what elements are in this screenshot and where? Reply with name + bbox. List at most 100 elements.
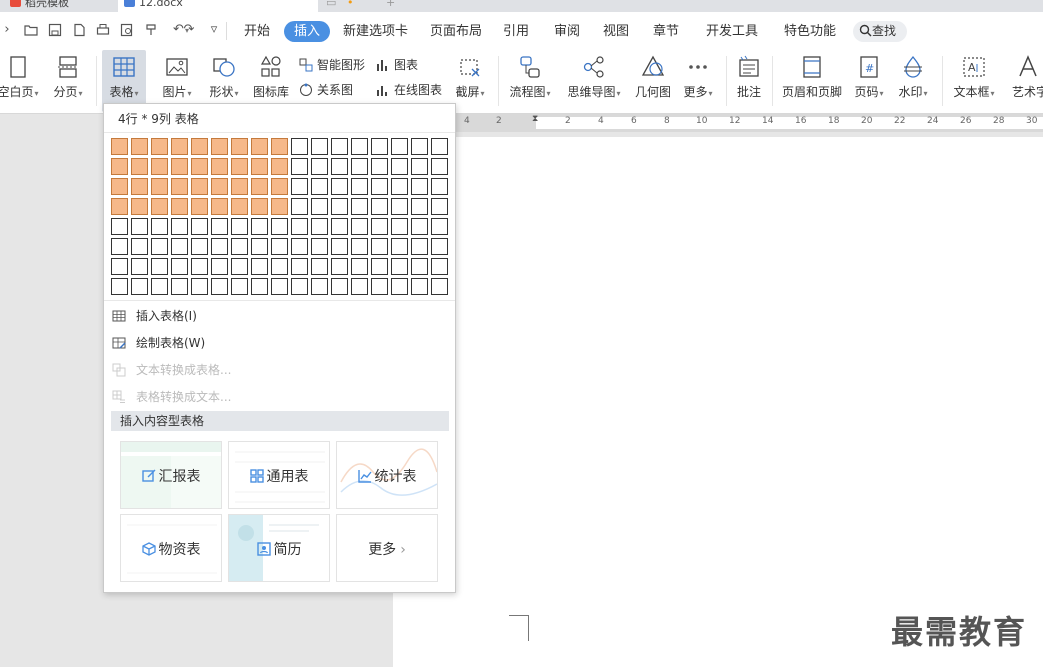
grid-cell[interactable] — [131, 198, 148, 215]
grid-cell[interactable] — [291, 138, 308, 155]
grid-cell[interactable] — [131, 218, 148, 235]
grid-cell[interactable] — [391, 218, 408, 235]
grid-cell[interactable] — [351, 238, 368, 255]
online-chart-button[interactable]: 在线图表 — [376, 81, 442, 99]
grid-cell[interactable] — [171, 198, 188, 215]
grid-cell[interactable] — [191, 278, 208, 295]
grid-cell[interactable] — [371, 198, 388, 215]
more-templates-card[interactable]: 更多 › — [336, 514, 438, 582]
grid-cell[interactable] — [411, 278, 428, 295]
doc-tab-active[interactable]: 12.docx — [118, 0, 318, 12]
open-folder-icon[interactable] — [24, 23, 38, 37]
watermark-button[interactable]: 水印▾ — [894, 50, 932, 112]
search-button[interactable]: 查找 — [853, 21, 907, 42]
grid-cell[interactable] — [431, 158, 448, 175]
grid-cell[interactable] — [351, 138, 368, 155]
grid-cell[interactable] — [371, 178, 388, 195]
grid-cell[interactable] — [171, 238, 188, 255]
grid-cell[interactable] — [111, 278, 128, 295]
chart-button[interactable]: 图表 — [376, 56, 418, 74]
grid-cell[interactable] — [251, 198, 268, 215]
grid-cell[interactable] — [231, 138, 248, 155]
grid-cell[interactable] — [131, 278, 148, 295]
grid-cell[interactable] — [251, 238, 268, 255]
resume-card[interactable]: 简历 — [228, 514, 330, 582]
grid-cell[interactable] — [411, 158, 428, 175]
grid-cell[interactable] — [391, 238, 408, 255]
relation-chart-button[interactable]: 关系图 — [299, 81, 353, 99]
grid-cell[interactable] — [271, 258, 288, 275]
grid-cell[interactable] — [291, 278, 308, 295]
grid-cell[interactable] — [311, 138, 328, 155]
tab-developer[interactable]: 开发工具 — [706, 21, 758, 42]
smart-art-button[interactable]: 智能图形 — [299, 56, 365, 74]
grid-cell[interactable] — [291, 178, 308, 195]
save-icon[interactable] — [48, 23, 62, 37]
grid-cell[interactable] — [211, 178, 228, 195]
grid-cell[interactable] — [411, 198, 428, 215]
grid-cell[interactable] — [191, 258, 208, 275]
grid-cell[interactable] — [291, 198, 308, 215]
grid-cell[interactable] — [271, 158, 288, 175]
grid-cell[interactable] — [431, 278, 448, 295]
grid-cell[interactable] — [191, 238, 208, 255]
grid-cell[interactable] — [331, 198, 348, 215]
grid-cell[interactable] — [391, 138, 408, 155]
grid-cell[interactable] — [331, 218, 348, 235]
menu-chevron-icon[interactable]: › — [0, 23, 14, 37]
grid-cell[interactable] — [211, 278, 228, 295]
grid-cell[interactable] — [171, 178, 188, 195]
grid-cell[interactable] — [311, 258, 328, 275]
grid-cell[interactable] — [131, 258, 148, 275]
grid-cell[interactable] — [151, 138, 168, 155]
grid-cell[interactable] — [251, 178, 268, 195]
grid-cell[interactable] — [251, 278, 268, 295]
grid-cell[interactable] — [271, 178, 288, 195]
grid-cell[interactable] — [231, 178, 248, 195]
grid-cell[interactable] — [351, 278, 368, 295]
grid-cell[interactable] — [211, 198, 228, 215]
grid-cell[interactable] — [331, 278, 348, 295]
grid-cell[interactable] — [271, 238, 288, 255]
tab-review[interactable]: 审阅 — [554, 21, 580, 42]
grid-cell[interactable] — [271, 218, 288, 235]
grid-cell[interactable] — [331, 138, 348, 155]
grid-cell[interactable] — [391, 258, 408, 275]
page-break-button[interactable]: 分页▾ — [48, 50, 88, 112]
draw-table-item[interactable]: 绘制表格(W) — [112, 331, 448, 355]
grid-cell[interactable] — [131, 238, 148, 255]
grid-cell[interactable] — [311, 218, 328, 235]
grid-cell[interactable] — [111, 258, 128, 275]
grid-cell[interactable] — [151, 218, 168, 235]
grid-cell[interactable] — [431, 238, 448, 255]
new-tab-icon[interactable]: + — [386, 0, 395, 9]
grid-cell[interactable] — [351, 158, 368, 175]
indent-marker-icon[interactable]: ⧗ — [532, 114, 538, 124]
grid-cell[interactable] — [331, 258, 348, 275]
grid-cell[interactable] — [191, 178, 208, 195]
tab-page-layout[interactable]: 页面布局 — [430, 21, 482, 42]
word-art-button[interactable]: 艺术字 — [1008, 50, 1043, 112]
grid-cell[interactable] — [351, 178, 368, 195]
grid-cell[interactable] — [431, 218, 448, 235]
grid-cell[interactable] — [271, 198, 288, 215]
grid-cell[interactable] — [291, 218, 308, 235]
tab-new-tab[interactable]: 新建选项卡 — [343, 21, 408, 42]
grid-cell[interactable] — [311, 178, 328, 195]
tab-special[interactable]: 特色功能 — [784, 21, 836, 42]
grid-cell[interactable] — [211, 218, 228, 235]
grid-cell[interactable] — [411, 238, 428, 255]
grid-cell[interactable] — [291, 258, 308, 275]
grid-cell[interactable] — [311, 198, 328, 215]
grid-cell[interactable] — [271, 278, 288, 295]
redo-icon[interactable]: ↷ — [182, 23, 196, 37]
tab-home[interactable]: 开始 — [243, 21, 271, 42]
grid-cell[interactable] — [151, 158, 168, 175]
grid-cell[interactable] — [231, 278, 248, 295]
format-painter-icon[interactable] — [145, 23, 159, 37]
insert-table-item[interactable]: 插入表格(I) — [112, 304, 448, 328]
grid-cell[interactable] — [351, 258, 368, 275]
grid-cell[interactable] — [431, 258, 448, 275]
mindmap-button[interactable]: 思维导图▾ — [564, 50, 624, 112]
screenshot-button[interactable]: 截屏▾ — [450, 50, 490, 112]
